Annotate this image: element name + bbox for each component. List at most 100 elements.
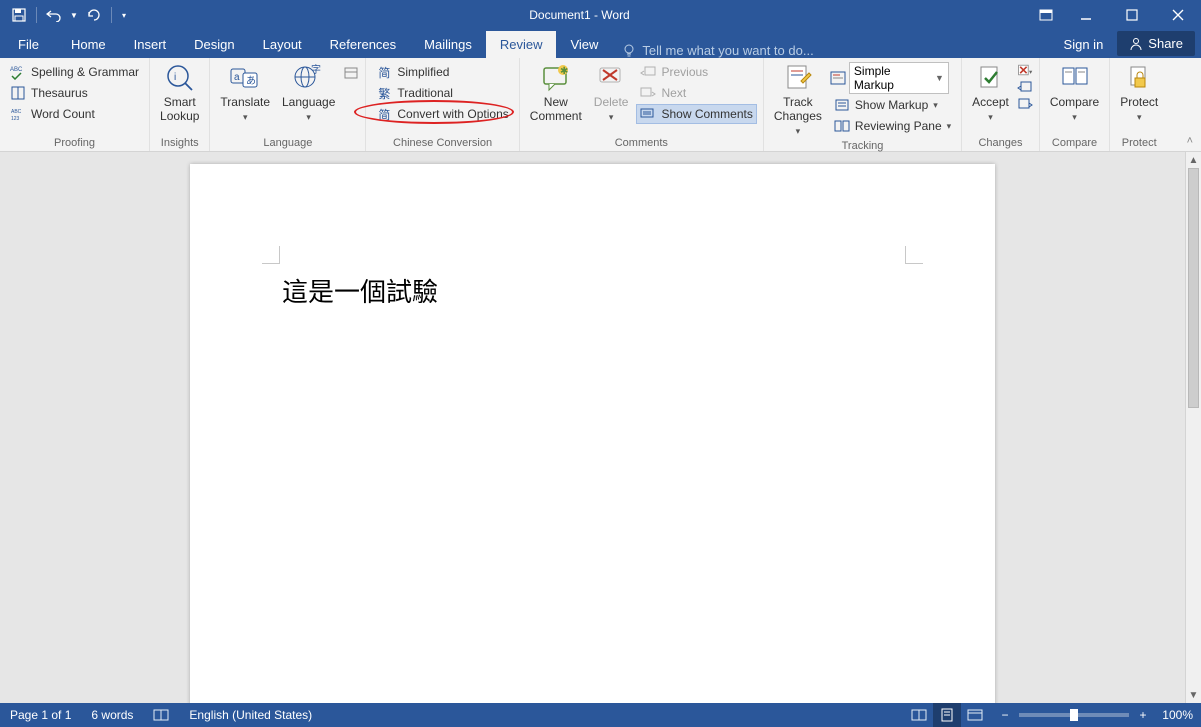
language-icon: 字 bbox=[293, 62, 325, 94]
redo-button[interactable] bbox=[83, 4, 105, 26]
tab-home[interactable]: Home bbox=[57, 31, 120, 58]
tab-insert[interactable]: Insert bbox=[120, 31, 181, 58]
tab-references[interactable]: References bbox=[316, 31, 410, 58]
margin-mark-icon bbox=[905, 246, 923, 264]
smart-lookup-button[interactable]: i Smart Lookup bbox=[154, 60, 205, 126]
convert-options-icon: 简 bbox=[376, 106, 392, 122]
tab-file[interactable]: File bbox=[0, 31, 57, 58]
thesaurus-button[interactable]: Thesaurus bbox=[6, 83, 143, 103]
print-layout-button[interactable] bbox=[933, 703, 961, 727]
document-area: 這是一個試驗 ▲ ▼ bbox=[0, 152, 1201, 703]
reject-button[interactable]: ▾ bbox=[1017, 62, 1033, 78]
language-button[interactable]: 字 Language ▾ bbox=[276, 60, 341, 125]
group-label-insights: Insights bbox=[154, 136, 205, 151]
zoom-level[interactable]: 100% bbox=[1157, 708, 1193, 722]
page[interactable]: 這是一個試驗 bbox=[190, 164, 995, 703]
delete-comment-icon bbox=[597, 62, 625, 94]
delete-comment-button[interactable]: Delete ▾ bbox=[588, 60, 635, 125]
group-compare: Compare ▾ Compare bbox=[1040, 58, 1110, 151]
group-label-changes: Changes bbox=[966, 136, 1035, 151]
svg-text:▾: ▾ bbox=[1029, 69, 1032, 76]
markup-mode-combo[interactable]: Simple Markup ▼ bbox=[849, 62, 949, 94]
update-ime-icon[interactable] bbox=[343, 64, 359, 80]
proofing-status[interactable] bbox=[143, 708, 179, 722]
word-count-status[interactable]: 6 words bbox=[81, 708, 143, 722]
translate-button[interactable]: aあ Translate ▾ bbox=[214, 60, 276, 125]
scroll-up-button[interactable]: ▲ bbox=[1186, 152, 1201, 168]
sign-in-link[interactable]: Sign in bbox=[1050, 31, 1118, 58]
zoom-slider-thumb[interactable] bbox=[1070, 709, 1078, 721]
next-comment-button[interactable]: Next bbox=[636, 83, 756, 103]
word-count-button[interactable]: ABC123 Word Count bbox=[6, 104, 143, 124]
simplified-icon: 简 bbox=[376, 64, 392, 80]
spelling-grammar-button[interactable]: ABC Spelling & Grammar bbox=[6, 62, 143, 82]
book-icon bbox=[10, 85, 26, 101]
tell-me-placeholder: Tell me what you want to do... bbox=[642, 43, 813, 58]
collapse-ribbon-button[interactable]: ˄ bbox=[1187, 135, 1193, 147]
dropdown-caret-icon: ▾ bbox=[1137, 112, 1142, 123]
language-status[interactable]: English (United States) bbox=[179, 708, 322, 722]
group-label-chinese: Chinese Conversion bbox=[370, 136, 514, 151]
convert-with-options-button[interactable]: 简 Convert with Options bbox=[372, 104, 512, 124]
vertical-scrollbar[interactable]: ▲ ▼ bbox=[1185, 152, 1201, 703]
translate-icon: aあ bbox=[229, 62, 261, 94]
simplified-button[interactable]: 简 Simplified bbox=[372, 62, 512, 82]
new-comment-icon: ✱ bbox=[541, 62, 571, 94]
accept-button[interactable]: Accept ▾ bbox=[966, 60, 1015, 125]
tab-mailings[interactable]: Mailings bbox=[410, 31, 486, 58]
undo-dropdown[interactable]: ▼ bbox=[69, 4, 79, 26]
window-title: Document1 - Word bbox=[130, 8, 1029, 22]
compare-icon bbox=[1060, 62, 1090, 94]
markup-mode-icon bbox=[830, 70, 846, 86]
previous-change-button[interactable] bbox=[1017, 79, 1033, 95]
traditional-button[interactable]: 繁 Traditional bbox=[372, 83, 512, 103]
zoom-slider[interactable] bbox=[1019, 713, 1129, 717]
undo-button[interactable] bbox=[43, 4, 65, 26]
zoom-control: − + 100% bbox=[989, 707, 1201, 723]
group-label-language: Language bbox=[214, 136, 361, 151]
previous-comment-button[interactable]: Previous bbox=[636, 62, 756, 82]
document-text[interactable]: 這是一個試驗 bbox=[282, 272, 438, 309]
close-button[interactable] bbox=[1155, 0, 1201, 30]
read-mode-button[interactable] bbox=[905, 703, 933, 727]
protect-button[interactable]: Protect ▾ bbox=[1114, 60, 1164, 125]
tab-review[interactable]: Review bbox=[486, 31, 557, 58]
track-changes-button[interactable]: Track Changes ▾ bbox=[768, 60, 828, 139]
share-button[interactable]: Share bbox=[1117, 31, 1195, 56]
tab-layout[interactable]: Layout bbox=[249, 31, 316, 58]
show-comments-button[interactable]: Show Comments bbox=[636, 104, 756, 124]
scroll-thumb[interactable] bbox=[1188, 168, 1199, 408]
zoom-in-button[interactable]: + bbox=[1135, 707, 1151, 723]
qat-customize[interactable]: ▾ bbox=[118, 4, 130, 26]
scroll-down-button[interactable]: ▼ bbox=[1186, 687, 1201, 703]
page-number-status[interactable]: Page 1 of 1 bbox=[0, 708, 81, 722]
ribbon-display-options[interactable] bbox=[1029, 0, 1063, 30]
group-comments: ✱ New Comment Delete ▾ Previous Next bbox=[520, 58, 764, 151]
compare-button[interactable]: Compare ▾ bbox=[1044, 60, 1105, 125]
svg-text:i: i bbox=[174, 72, 176, 83]
save-button[interactable] bbox=[8, 4, 30, 26]
group-tracking: Track Changes ▾ Simple Markup ▼ Show Mar… bbox=[764, 58, 962, 151]
next-change-button[interactable] bbox=[1017, 96, 1033, 112]
zoom-out-button[interactable]: − bbox=[997, 707, 1013, 723]
margin-mark-icon bbox=[262, 246, 280, 264]
tab-design[interactable]: Design bbox=[180, 31, 248, 58]
tab-view[interactable]: View bbox=[556, 31, 612, 58]
new-comment-button[interactable]: ✱ New Comment bbox=[524, 60, 588, 126]
show-markup-button[interactable]: Show Markup ▾ bbox=[830, 95, 955, 115]
tell-me-search[interactable]: Tell me what you want to do... bbox=[612, 43, 1049, 58]
ribbon: ABC Spelling & Grammar Thesaurus ABC123 … bbox=[0, 58, 1201, 152]
dropdown-caret-icon: ▾ bbox=[988, 112, 993, 123]
svg-text:ABC: ABC bbox=[10, 67, 23, 73]
group-proofing: ABC Spelling & Grammar Thesaurus ABC123 … bbox=[0, 58, 150, 151]
next-icon bbox=[640, 85, 656, 101]
maximize-button[interactable] bbox=[1109, 0, 1155, 30]
count-icon: ABC123 bbox=[10, 106, 26, 122]
scroll-track[interactable] bbox=[1186, 168, 1201, 687]
web-layout-button[interactable] bbox=[961, 703, 989, 727]
window-controls bbox=[1029, 0, 1201, 30]
lightbulb-icon bbox=[622, 44, 636, 58]
show-comments-icon bbox=[640, 106, 656, 122]
minimize-button[interactable] bbox=[1063, 0, 1109, 30]
reviewing-pane-button[interactable]: Reviewing Pane ▾ bbox=[830, 116, 955, 136]
